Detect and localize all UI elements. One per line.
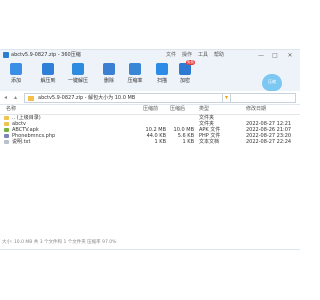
status-bar: 大小: 10.0 MB 共 3 个文件和 1 个文件夹 压缩率 97.0% <box>2 240 117 245</box>
extract-to-button[interactable]: 解压到 <box>35 63 61 89</box>
one-click-extract-button[interactable]: 一键解压 <box>65 63 91 89</box>
file-list: .. (上级目录) 文件夹 abctv 文件夹 2022-08-27 12:21… <box>0 115 300 145</box>
text-file-icon <box>4 140 9 144</box>
back-arrow-icon[interactable]: ◂ <box>4 94 7 101</box>
compression-ratio-button[interactable]: 压缩率 <box>122 63 148 89</box>
extract-icon <box>42 63 54 75</box>
delete-icon <box>103 63 115 75</box>
menu-tools[interactable]: 工具 <box>198 50 208 61</box>
encrypt-button[interactable]: 免费 加密 <box>172 60 198 89</box>
maximize-button[interactable]: □ <box>270 50 280 61</box>
free-badge: 免费 <box>186 60 195 65</box>
zip-file-icon <box>28 95 34 101</box>
column-original-size[interactable]: 压缩前 <box>143 104 158 114</box>
add-button[interactable]: 添加 <box>3 63 29 89</box>
file-list-header: 名称 压缩前 压缩后 类型 修改日期 <box>0 104 300 115</box>
address-bar: ◂ ▴ abctv5.9-0827.zip - 解包大小为 10.0 MB ▾ <box>0 91 300 105</box>
folder-icon <box>4 116 9 120</box>
app-logo-icon <box>3 52 9 58</box>
up-folder-icon[interactable]: ▴ <box>14 94 17 101</box>
mascot-icon[interactable]: 压缩 <box>262 74 282 91</box>
close-button[interactable]: ✕ <box>285 50 295 61</box>
menu-help[interactable]: 帮助 <box>214 50 224 61</box>
window-title: abctv5.9-0827.zip - 360压缩 <box>11 52 81 58</box>
php-file-icon <box>4 134 9 138</box>
title-bar: abctv5.9-0827.zip - 360压缩 文件 操作 工具 帮助 — … <box>0 50 300 61</box>
one-click-extract-icon <box>72 63 84 75</box>
column-type[interactable]: 类型 <box>199 104 209 114</box>
compression-ratio-icon <box>129 63 141 75</box>
minimize-button[interactable]: — <box>256 50 266 61</box>
folder-icon <box>4 122 9 126</box>
toolbar: 添加 解压到 一键解压 删除 压缩率 扫描 免费 加密 压缩 <box>0 60 300 91</box>
delete-button[interactable]: 删除 <box>96 63 122 89</box>
apk-file-icon <box>4 128 9 132</box>
list-item[interactable]: 说明.txt 1 KB 1 KB 文本文档 2022-08-27 22:24 <box>0 139 300 145</box>
path-field[interactable]: abctv5.9-0827.zip - 解包大小为 10.0 MB ▾ <box>24 93 231 103</box>
search-input[interactable] <box>222 93 296 103</box>
add-icon <box>10 63 22 75</box>
column-modified[interactable]: 修改日期 <box>246 104 266 114</box>
menu-file[interactable]: 文件 <box>166 50 176 61</box>
column-name[interactable]: 名称 <box>6 104 16 114</box>
scan-icon <box>156 63 168 75</box>
archive-window: abctv5.9-0827.zip - 360压缩 文件 操作 工具 帮助 — … <box>0 49 300 250</box>
encrypt-icon: 免费 <box>179 60 195 75</box>
column-packed-size[interactable]: 压缩后 <box>170 104 185 114</box>
